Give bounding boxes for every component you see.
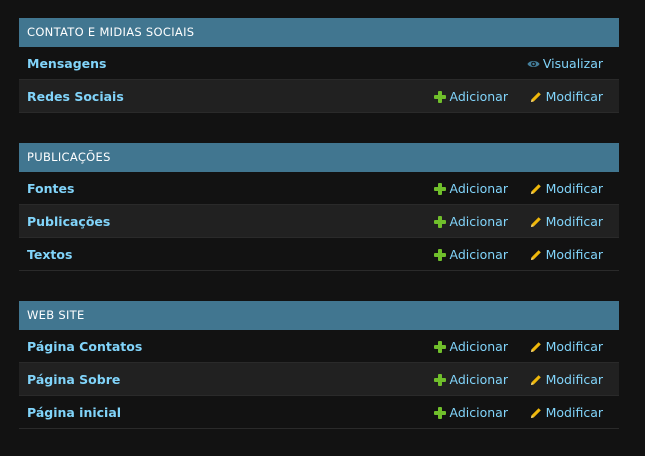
- change-link[interactable]: Modificar: [530, 330, 603, 363]
- change-link[interactable]: Modificar: [530, 396, 603, 429]
- model-row-redes-sociais: Redes Sociais Adicionar Modificar: [19, 80, 619, 113]
- model-row-pagina-inicial: Página inicial Adicionar Modificar: [19, 396, 619, 429]
- module-publicacoes: PUBLICAÇÕES Fontes Adicionar Modificar P…: [19, 143, 619, 271]
- model-row-publicacoes: Publicações Adicionar Modificar: [19, 205, 619, 238]
- module-header: WEB SITE: [19, 301, 619, 330]
- add-link[interactable]: Adicionar: [433, 363, 508, 396]
- pencil-icon: [530, 407, 542, 419]
- change-label: Modificar: [545, 181, 603, 196]
- model-link-publicacoes[interactable]: Publicações: [27, 205, 110, 238]
- plus-icon: [433, 340, 446, 353]
- model-row-pagina-sobre: Página Sobre Adicionar Modificar: [19, 363, 619, 396]
- model-link-pagina-sobre[interactable]: Página Sobre: [27, 363, 120, 396]
- plus-icon: [433, 248, 446, 261]
- add-link[interactable]: Adicionar: [433, 330, 508, 363]
- add-label: Adicionar: [449, 405, 508, 420]
- model-link-pagina-inicial[interactable]: Página inicial: [27, 396, 121, 429]
- plus-icon: [433, 373, 446, 386]
- model-link-fontes[interactable]: Fontes: [27, 172, 74, 205]
- model-row-textos: Textos Adicionar Modificar: [19, 238, 619, 271]
- model-row-pagina-contatos: Página Contatos Adicionar Modificar: [19, 330, 619, 363]
- add-link[interactable]: Adicionar: [433, 238, 508, 271]
- plus-icon: [433, 182, 446, 195]
- plus-icon: [433, 90, 446, 103]
- pencil-icon: [530, 183, 542, 195]
- module-web-site: WEB SITE Página Contatos Adicionar Modif…: [19, 301, 619, 429]
- view-label: Visualizar: [542, 56, 603, 71]
- change-label: Modificar: [545, 405, 603, 420]
- model-link-textos[interactable]: Textos: [27, 238, 72, 271]
- pencil-icon: [530, 91, 542, 103]
- add-label: Adicionar: [449, 214, 508, 229]
- change-label: Modificar: [545, 247, 603, 262]
- add-label: Adicionar: [449, 247, 508, 262]
- change-label: Modificar: [545, 89, 603, 104]
- pencil-icon: [530, 249, 542, 261]
- change-label: Modificar: [545, 339, 603, 354]
- add-link[interactable]: Adicionar: [433, 172, 508, 205]
- view-link[interactable]: Visualizar: [527, 47, 603, 80]
- change-link[interactable]: Modificar: [530, 80, 603, 113]
- module-header: PUBLICAÇÕES: [19, 143, 619, 172]
- eye-icon: [527, 58, 540, 70]
- module-contato-midias-sociais: CONTATO E MIDIAS SOCIAIS Mensagens Visua…: [19, 18, 619, 113]
- change-label: Modificar: [545, 372, 603, 387]
- add-label: Adicionar: [449, 181, 508, 196]
- plus-icon: [433, 215, 446, 228]
- change-link[interactable]: Modificar: [530, 238, 603, 271]
- change-link[interactable]: Modificar: [530, 172, 603, 205]
- pencil-icon: [530, 374, 542, 386]
- add-label: Adicionar: [449, 89, 508, 104]
- change-link[interactable]: Modificar: [530, 363, 603, 396]
- pencil-icon: [530, 341, 542, 353]
- add-link[interactable]: Adicionar: [433, 80, 508, 113]
- model-link-pagina-contatos[interactable]: Página Contatos: [27, 330, 142, 363]
- module-header: CONTATO E MIDIAS SOCIAIS: [19, 18, 619, 47]
- add-link[interactable]: Adicionar: [433, 205, 508, 238]
- model-row-mensagens: Mensagens Visualizar: [19, 47, 619, 80]
- model-link-redes-sociais[interactable]: Redes Sociais: [27, 80, 124, 113]
- add-label: Adicionar: [449, 372, 508, 387]
- model-link-mensagens[interactable]: Mensagens: [27, 47, 106, 80]
- add-label: Adicionar: [449, 339, 508, 354]
- pencil-icon: [530, 216, 542, 228]
- change-link[interactable]: Modificar: [530, 205, 603, 238]
- plus-icon: [433, 406, 446, 419]
- model-row-fontes: Fontes Adicionar Modificar: [19, 172, 619, 205]
- change-label: Modificar: [545, 214, 603, 229]
- add-link[interactable]: Adicionar: [433, 396, 508, 429]
